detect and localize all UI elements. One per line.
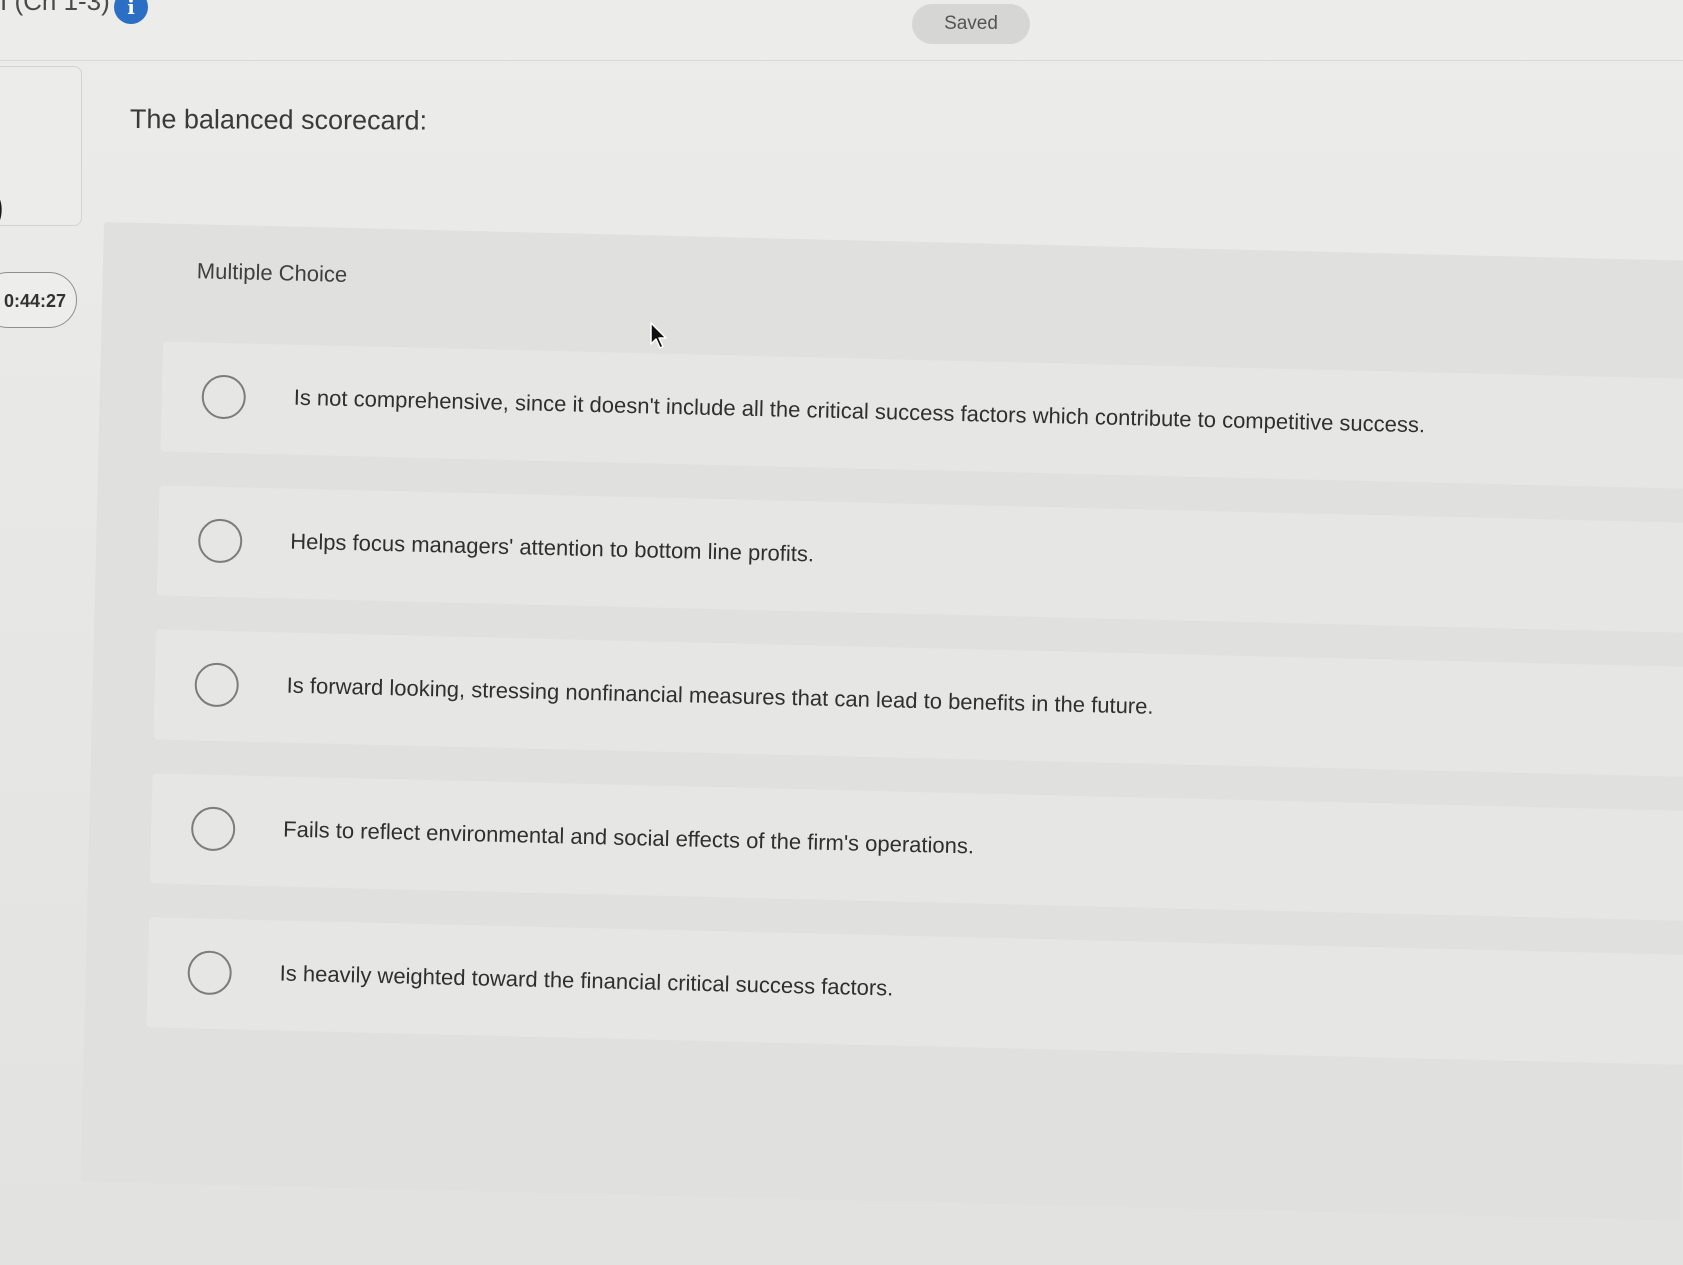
- choice-text: Is forward looking, stressing nonfinanci…: [286, 672, 1154, 719]
- question-number-box: 5: [0, 66, 82, 226]
- assignment-breadcrumb: I (Ch 1-3): [0, 0, 110, 16]
- question-number: 5: [0, 137, 7, 225]
- radio-button-icon[interactable]: [194, 662, 240, 708]
- choice-text: Fails to reflect environmental and socia…: [282, 816, 975, 859]
- radio-button-icon[interactable]: [187, 950, 233, 996]
- choice-text: Helps focus managers' attention to botto…: [289, 528, 815, 567]
- radio-button-icon[interactable]: [190, 806, 236, 852]
- choice-text: Is heavily weighted toward the financial…: [279, 960, 894, 1001]
- info-icon[interactable]: i: [114, 0, 148, 24]
- top-bar: I (Ch 1-3) i Saved: [0, 0, 1683, 61]
- question-stem: The balanced scorecard:: [129, 104, 428, 136]
- choice-option-b[interactable]: Helps focus managers' attention to botto…: [156, 485, 1683, 634]
- radio-button-icon[interactable]: [201, 374, 247, 420]
- choice-option-d[interactable]: Fails to reflect environmental and socia…: [149, 773, 1683, 921]
- mouse-pointer-icon: [650, 322, 667, 349]
- choice-option-a[interactable]: Is not comprehensive, since it doesn't i…: [160, 341, 1683, 490]
- timer-display: 0:44:27: [0, 272, 77, 328]
- answer-panel: Multiple Choice Is not comprehensive, si…: [80, 222, 1683, 1221]
- saved-status-badge: Saved: [912, 4, 1030, 44]
- question-type-label: Multiple Choice: [196, 258, 348, 287]
- choice-option-e[interactable]: Is heavily weighted toward the financial…: [146, 917, 1683, 1065]
- quiz-page: I (Ch 1-3) i Saved 5 0:44:27 The balance…: [0, 0, 1683, 1265]
- choice-text: Is not comprehensive, since it doesn't i…: [293, 384, 1426, 438]
- choice-option-c[interactable]: Is forward looking, stressing nonfinanci…: [153, 629, 1683, 777]
- radio-button-icon[interactable]: [197, 518, 243, 564]
